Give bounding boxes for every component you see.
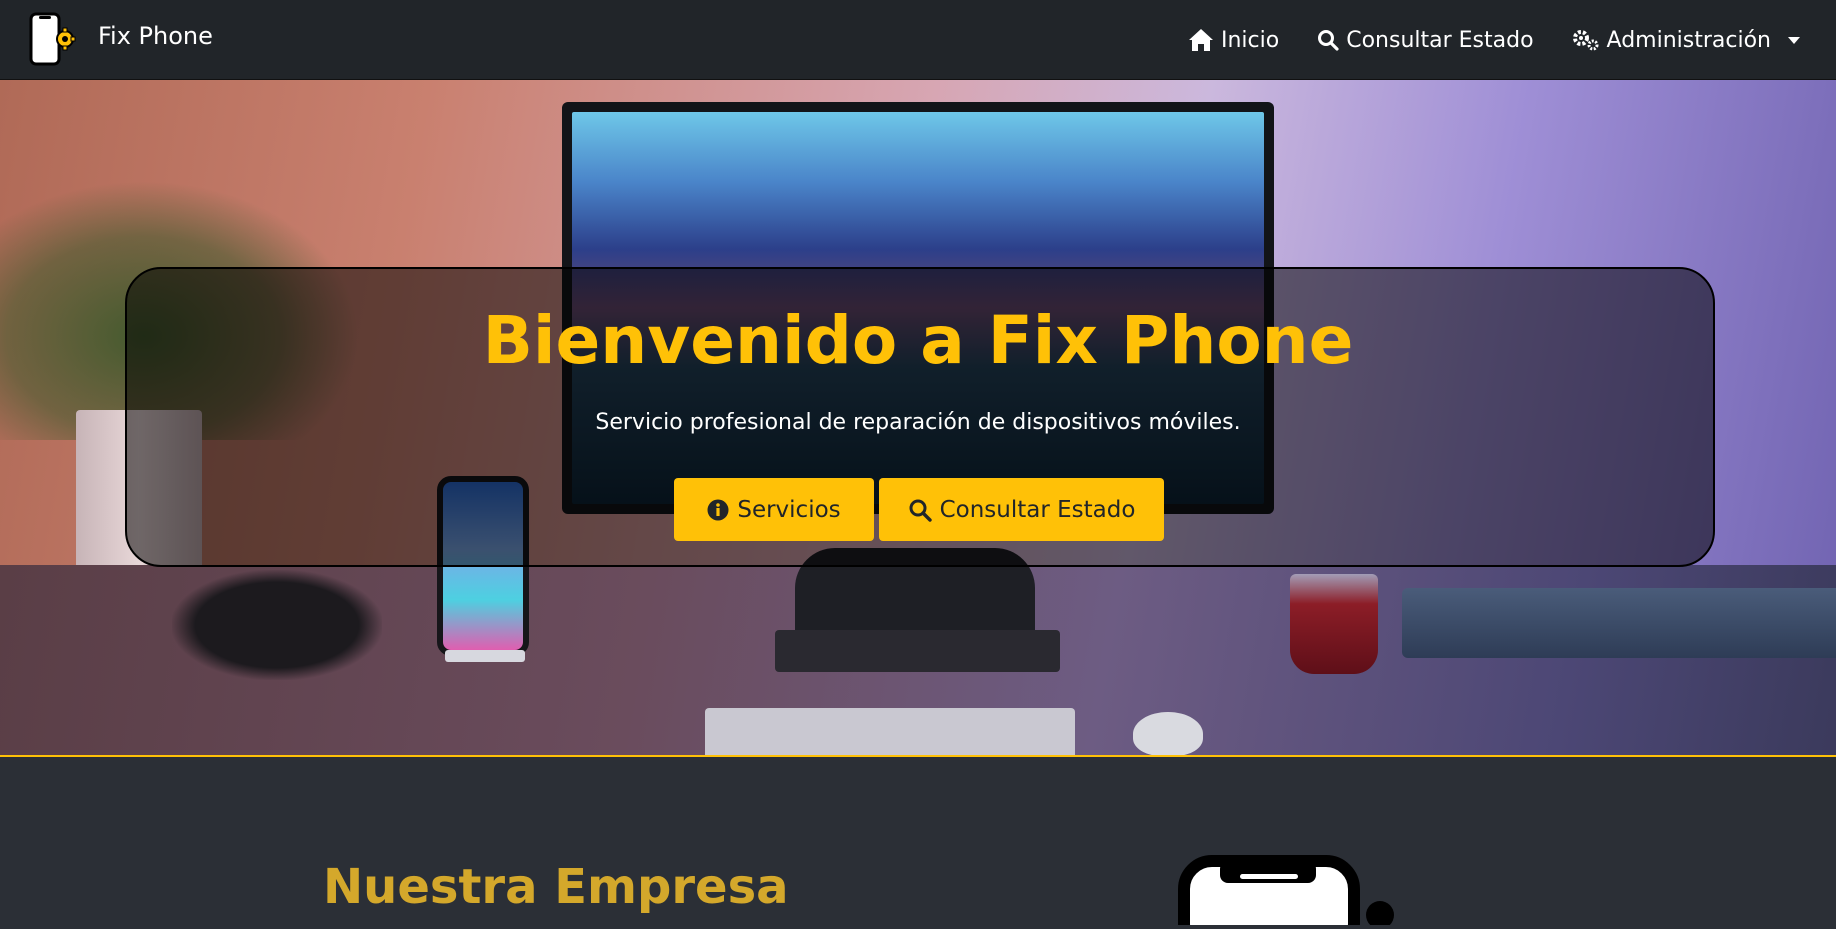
section-title: Nuestra Empresa bbox=[323, 859, 789, 915]
servicios-button-label: Servicios bbox=[737, 496, 841, 523]
hero-laptop bbox=[1402, 588, 1836, 658]
hero-subtitle: Servicio profesional de reparación de di… bbox=[595, 410, 1241, 435]
nav-item-consultar-estado[interactable]: Consultar Estado bbox=[1317, 27, 1534, 53]
nav-item-administracion[interactable]: Administración bbox=[1572, 28, 1800, 53]
main-nav: Inicio Consultar Estado Administración bbox=[1188, 0, 1800, 80]
navbar: Fix Phone Inicio Consultar Estado Admini… bbox=[0, 0, 1836, 80]
hero-divider bbox=[0, 755, 1836, 757]
search-icon bbox=[1318, 30, 1339, 51]
servicios-button[interactable]: Servicios bbox=[674, 478, 874, 541]
hero-keyboard bbox=[705, 708, 1075, 755]
consultar-estado-button-label: Consultar Estado bbox=[939, 496, 1136, 523]
gears-icon bbox=[1572, 30, 1599, 51]
nav-item-label: Inicio bbox=[1221, 27, 1280, 53]
brand-name[interactable]: Fix Phone bbox=[98, 22, 213, 50]
brand[interactable] bbox=[28, 12, 76, 66]
hero-title: Bienvenido a Fix Phone bbox=[482, 302, 1354, 379]
hero-headphones bbox=[172, 570, 382, 680]
search-icon bbox=[909, 499, 932, 522]
hero-phone-dock bbox=[445, 650, 525, 662]
nav-item-inicio[interactable]: Inicio bbox=[1188, 28, 1279, 53]
consultar-estado-button[interactable]: Consultar Estado bbox=[879, 478, 1164, 541]
home-icon bbox=[1189, 29, 1213, 51]
nav-item-label: Consultar Estado bbox=[1346, 27, 1534, 53]
hero-monitor-base bbox=[775, 630, 1060, 672]
nav-item-label: Administración bbox=[1606, 27, 1771, 53]
phone-gear-logo-icon bbox=[28, 12, 76, 66]
hero-cup bbox=[1290, 574, 1378, 674]
hero-mouse bbox=[1133, 712, 1203, 755]
info-circle-icon bbox=[707, 499, 729, 520]
hero-buttons: Servicios Consultar Estado bbox=[674, 478, 1164, 541]
phone-logo-icon bbox=[1178, 855, 1398, 929]
chevron-down-icon bbox=[1788, 36, 1800, 44]
